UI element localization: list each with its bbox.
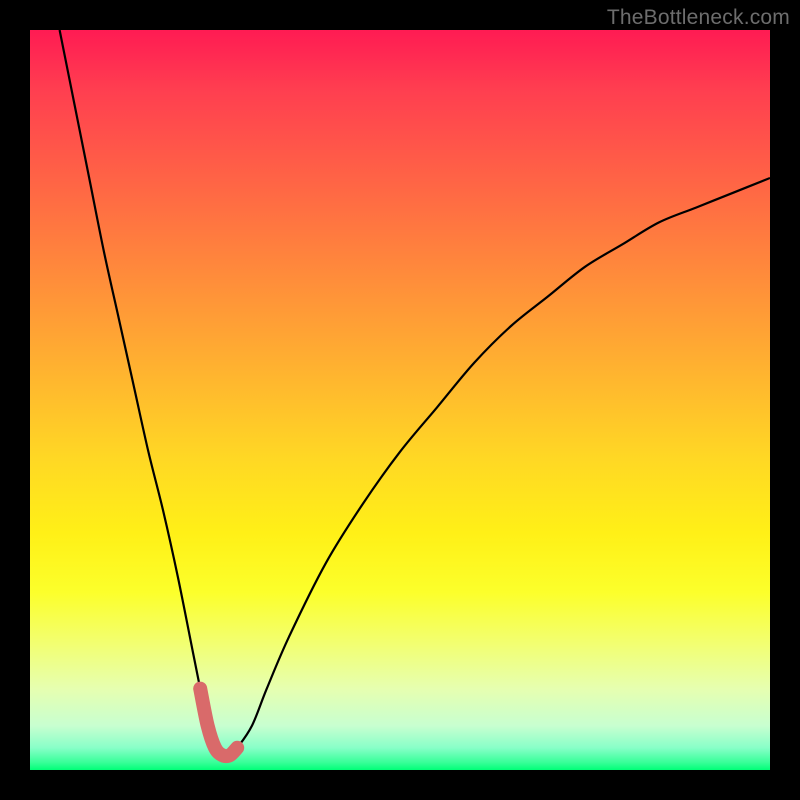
plot-area <box>30 30 770 770</box>
bottleneck-curve-path <box>60 30 770 756</box>
curve-layer <box>30 30 770 770</box>
watermark-text: TheBottleneck.com <box>607 6 790 30</box>
chart-frame: TheBottleneck.com <box>0 0 800 800</box>
optimal-region-path <box>200 689 237 757</box>
